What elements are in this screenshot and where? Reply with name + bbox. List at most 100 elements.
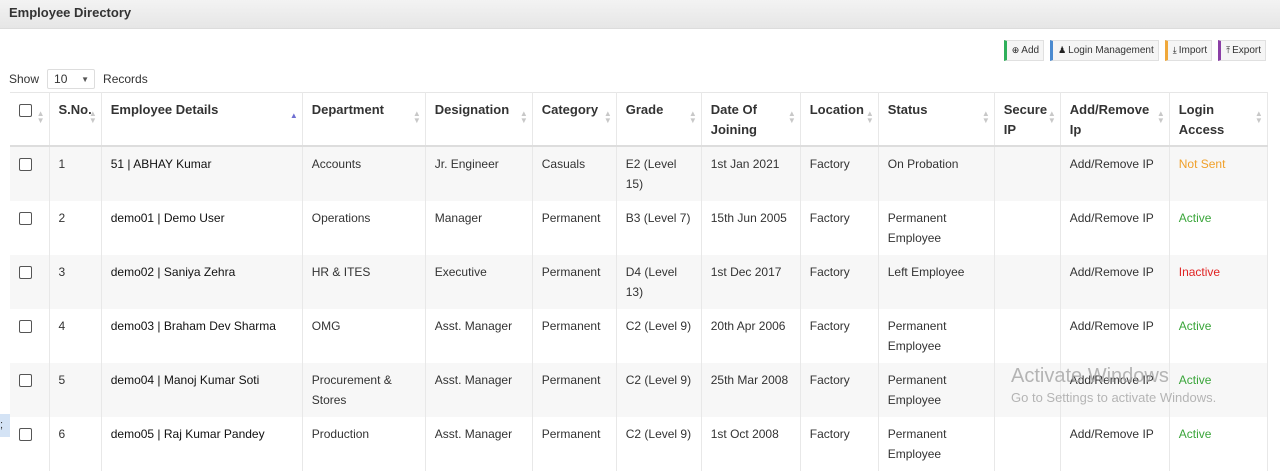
- add-remove-ip-link[interactable]: Add/Remove IP: [1060, 309, 1170, 363]
- plus-circle-icon: ⊕: [1011, 45, 1020, 55]
- login-access-status[interactable]: Active: [1169, 309, 1268, 363]
- date-of-joining-cell: 1st Jan 2021: [701, 146, 801, 201]
- login-management-label: Login Management: [1068, 45, 1154, 56]
- table-header-row: ▲ ▼ S.No. ▲ ▼ Employee Details ▲ Department ▲…: [10, 92, 1268, 147]
- login-access-status[interactable]: Active: [1169, 417, 1268, 471]
- row-checkbox[interactable]: [19, 266, 32, 279]
- add-remove-ip-link[interactable]: Add/Remove IP: [1060, 201, 1170, 255]
- column-header-category[interactable]: Category ▲ ▼: [532, 92, 617, 147]
- employee-details-cell[interactable]: 51 | ABHAY Kumar: [101, 146, 303, 201]
- add-button[interactable]: ⊕ Add: [1003, 40, 1045, 61]
- grade-cell: E2 (Level 15): [616, 146, 702, 201]
- column-header-location[interactable]: Location ▲ ▼: [800, 92, 879, 147]
- employee-details-cell[interactable]: demo01 | Demo User: [101, 201, 303, 255]
- department-cell: HR & ITES: [302, 255, 426, 309]
- row-checkbox[interactable]: [19, 212, 32, 225]
- department-cell: Accounts: [302, 146, 426, 201]
- export-button[interactable]: ⤒ Export: [1218, 40, 1266, 61]
- sort-icon: ▲ ▼: [1254, 109, 1263, 125]
- sort-icon: ▲ ▼: [1047, 109, 1056, 125]
- designation-cell: Jr. Engineer: [425, 146, 533, 201]
- add-button-label: Add: [1021, 45, 1040, 56]
- column-header-login-access[interactable]: Login Access ▲ ▼: [1169, 92, 1268, 147]
- employee-table: ▲ ▼ S.No. ▲ ▼ Employee Details ▲ Department ▲…: [10, 92, 1268, 471]
- sort-icon[interactable]: ▲ ▼: [37, 110, 45, 125]
- login-access-status[interactable]: Inactive: [1169, 255, 1268, 309]
- employee-details-cell[interactable]: demo02 | Saniya Zehra: [101, 255, 303, 309]
- table-row: 1 51 | ABHAY Kumar Accounts Jr. Engineer…: [10, 146, 1268, 201]
- status-cell: Permanent Employee: [878, 201, 995, 255]
- column-header-add-remove-ip[interactable]: Add/Remove Ip ▲ ▼: [1060, 92, 1170, 147]
- secure-ip-cell: [994, 146, 1061, 201]
- row-select-cell: [10, 363, 50, 417]
- login-access-status[interactable]: Active: [1169, 363, 1268, 417]
- grade-cell: B3 (Level 7): [616, 201, 702, 255]
- column-header-secure-ip[interactable]: Secure IP ▲ ▼: [994, 92, 1061, 147]
- add-remove-ip-link[interactable]: Add/Remove IP: [1060, 363, 1170, 417]
- location-cell: Factory: [800, 146, 879, 201]
- row-checkbox[interactable]: [19, 374, 32, 387]
- row-select-cell: [10, 255, 50, 309]
- designation-cell: Manager: [425, 201, 533, 255]
- category-cell: Permanent: [532, 309, 617, 363]
- employee-details-cell[interactable]: demo04 | Manoj Kumar Soti: [101, 363, 303, 417]
- location-cell: Factory: [800, 417, 879, 471]
- table-row: 2 demo01 | Demo User Operations Manager …: [10, 201, 1268, 255]
- add-remove-ip-link[interactable]: Add/Remove IP: [1060, 146, 1170, 201]
- date-of-joining-cell: 1st Dec 2017: [701, 255, 801, 309]
- add-remove-ip-link[interactable]: Add/Remove IP: [1060, 417, 1170, 471]
- sort-icon: ▲ ▼: [688, 109, 697, 125]
- row-select-cell: [10, 309, 50, 363]
- sort-ascending-icon: ▲: [289, 111, 298, 120]
- column-header-designation[interactable]: Designation ▲ ▼: [425, 92, 533, 147]
- column-header-date-of-joining[interactable]: Date Of Joining ▲ ▼: [701, 92, 801, 147]
- column-header-department[interactable]: Department ▲ ▼: [302, 92, 426, 147]
- employee-details-cell[interactable]: demo05 | Raj Kumar Pandey: [101, 417, 303, 471]
- date-of-joining-cell: 1st Oct 2008: [701, 417, 801, 471]
- employee-details-cell[interactable]: demo03 | Braham Dev Sharma: [101, 309, 303, 363]
- sno-cell: 1: [49, 146, 102, 201]
- category-cell: Permanent: [532, 255, 617, 309]
- row-select-cell: [10, 417, 50, 471]
- status-cell: On Probation: [878, 146, 995, 201]
- toolbar: ⊕ Add ♟ Login Management ⤓ Import ⤒ Expo…: [1003, 40, 1266, 61]
- row-checkbox[interactable]: [19, 428, 32, 441]
- column-header-sno[interactable]: S.No. ▲ ▼: [49, 92, 102, 147]
- sort-icon: ▲ ▼: [1156, 109, 1165, 125]
- page-size-select[interactable]: 10 ▼: [47, 69, 96, 89]
- select-all-checkbox[interactable]: [19, 104, 32, 117]
- add-remove-ip-link[interactable]: Add/Remove IP: [1060, 255, 1170, 309]
- designation-cell: Asst. Manager: [425, 417, 533, 471]
- login-management-button[interactable]: ♟ Login Management: [1050, 40, 1159, 61]
- department-cell: Procurement & Stores: [302, 363, 426, 417]
- column-header-status[interactable]: Status ▲ ▼: [878, 92, 995, 147]
- page-size-control: Show 10 ▼ Records: [9, 69, 148, 89]
- row-checkbox[interactable]: [19, 320, 32, 333]
- status-cell: Permanent Employee: [878, 363, 995, 417]
- page-title: Employee Directory: [9, 5, 132, 20]
- column-header-employee-details[interactable]: Employee Details ▲: [101, 92, 303, 147]
- category-cell: Permanent: [532, 201, 617, 255]
- records-label: Records: [103, 72, 148, 86]
- import-button[interactable]: ⤓ Import: [1164, 40, 1213, 61]
- secure-ip-cell: [994, 363, 1061, 417]
- row-select-cell: [10, 201, 50, 255]
- department-cell: Operations: [302, 201, 426, 255]
- sort-icon: ▲ ▼: [88, 109, 97, 125]
- row-checkbox[interactable]: [19, 158, 32, 171]
- date-of-joining-cell: 15th Jun 2005: [701, 201, 801, 255]
- column-header-grade[interactable]: Grade ▲ ▼: [616, 92, 702, 147]
- login-access-status[interactable]: Not Sent: [1169, 146, 1268, 201]
- department-cell: OMG: [302, 309, 426, 363]
- secure-ip-cell: [994, 255, 1061, 309]
- grade-cell: C2 (Level 9): [616, 363, 702, 417]
- sno-cell: 4: [49, 309, 102, 363]
- sort-icon: ▲ ▼: [412, 109, 421, 125]
- import-button-label: Import: [1178, 45, 1208, 56]
- grade-cell: C2 (Level 9): [616, 309, 702, 363]
- login-access-status[interactable]: Active: [1169, 201, 1268, 255]
- status-cell: Permanent Employee: [878, 417, 995, 471]
- status-cell: Left Employee: [878, 255, 995, 309]
- designation-cell: Asst. Manager: [425, 363, 533, 417]
- download-icon: ⤓: [1172, 45, 1177, 55]
